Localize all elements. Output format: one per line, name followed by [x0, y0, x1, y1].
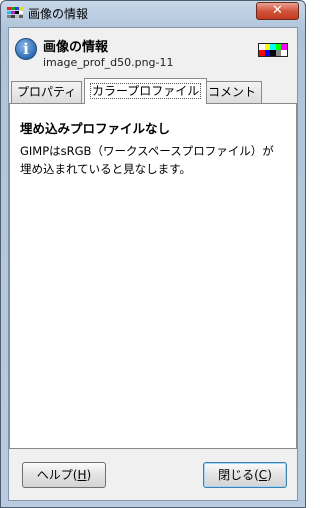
tab-properties-label: プロパティ	[17, 85, 77, 99]
info-icon: i	[15, 38, 37, 60]
profile-description: GIMPはsRGB（ワークスペースプロファイル）が 埋め込まれていると見なします…	[20, 142, 292, 178]
tab-color-profile-label: カラープロファイル	[90, 83, 202, 99]
help-button-label-end: )	[86, 468, 92, 482]
tab-comment[interactable]: コメント	[202, 81, 263, 103]
close-button-label-end: )	[267, 468, 272, 482]
window-title: 画像の情報	[28, 7, 89, 21]
image-name: image_prof_d50.png-11	[43, 56, 174, 69]
help-button[interactable]: ヘルプ(H)	[22, 462, 106, 488]
help-button-mnemonic: H	[77, 468, 87, 482]
close-button-mnemonic: C	[258, 468, 268, 482]
color-profile-panel: 埋め込みプロファイルなし GIMPはsRGB（ワークスペースプロファイル）が 埋…	[9, 103, 297, 449]
gimp-app-icon	[7, 7, 23, 21]
title-bar[interactable]: 画像の情報 ✕	[1, 1, 305, 27]
tab-bar: プロパティ カラープロファイル コメント	[9, 78, 297, 104]
window-close-button[interactable]: ✕	[256, 2, 299, 20]
tab-comment-label: コメント	[208, 85, 257, 99]
profile-description-line-2: 埋め込まれていると見なします。	[20, 162, 192, 176]
dialog-client-area: i 画像の情報 image_prof_d50.png-11 プロパティ カラープ…	[8, 27, 298, 501]
dialog-heading: 画像の情報	[43, 40, 109, 55]
profile-description-line-1: GIMPはsRGB（ワークスペースプロファイル）が	[20, 144, 274, 158]
help-button-label: ヘルプ(	[36, 468, 78, 482]
image-preview-thumbnail	[258, 43, 288, 57]
close-button-label: 閉じる(	[218, 468, 259, 482]
tab-properties[interactable]: プロパティ	[11, 81, 83, 103]
tab-color-profile[interactable]: カラープロファイル	[84, 78, 208, 104]
image-info-window: 画像の情報 ✕ i 画像の情報 image_prof_d50.png-11 プロ…	[0, 0, 306, 508]
profile-status-heading: 埋め込みプロファイルなし	[20, 121, 171, 136]
close-button[interactable]: 閉じる(C)	[203, 462, 287, 488]
